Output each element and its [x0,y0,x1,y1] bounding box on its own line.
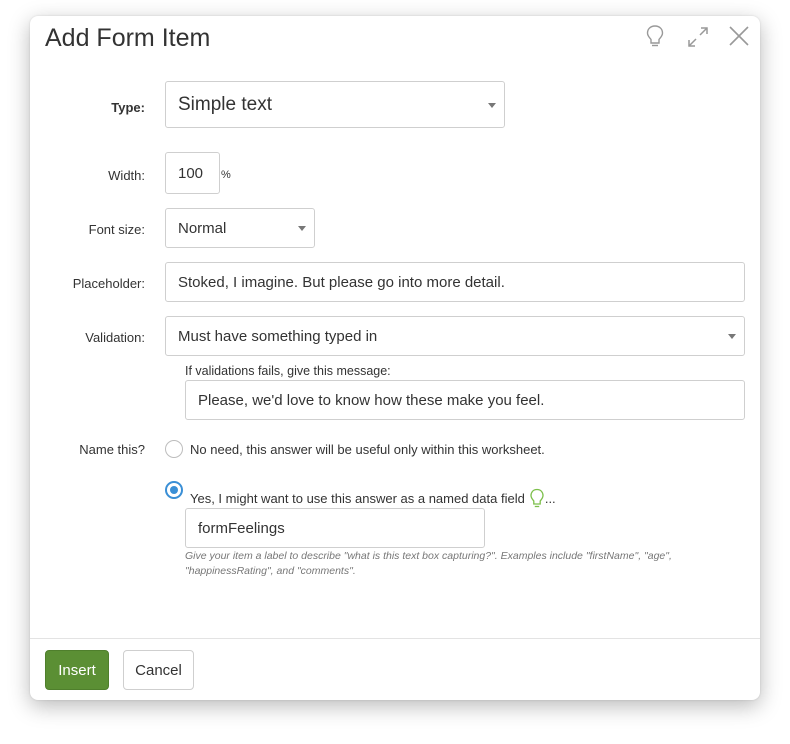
named-field-hint: Give your item a label to describe "what… [185,550,672,577]
expand-icon[interactable] [686,25,710,54]
radio-no-name[interactable] [165,440,183,458]
font-size-chevron-down-icon [298,226,306,231]
validation-message-field[interactable] [198,381,732,419]
radio-named-field-text: Yes, I might want to use this answer as … [190,491,525,506]
lightbulb-icon[interactable] [645,24,665,55]
named-field-input-field[interactable] [198,509,472,547]
named-field-lightbulb-icon[interactable] [529,488,545,508]
validation-select-value: Must have something typed in [178,327,378,345]
name-this-label: Name this? [79,442,145,457]
placeholder-label: Placeholder: [72,276,145,291]
validation-select[interactable]: Must have something typed in [165,316,745,356]
type-label: Type: [111,100,145,115]
font-size-label: Font size: [88,222,145,237]
radio-no-name-label[interactable]: No need, this answer will be useful only… [190,442,545,457]
placeholder-input[interactable] [165,262,745,302]
radio-named-field[interactable] [165,481,183,499]
font-size-select[interactable]: Normal [165,208,315,248]
width-input[interactable] [165,152,220,194]
footer-divider [30,638,760,639]
named-field-ellipsis: ... [544,491,556,506]
validation-label: Validation: [85,330,145,345]
validation-message-label: If validations fails, give this message: [185,364,391,378]
validation-message-input[interactable] [185,380,745,420]
placeholder-input-field[interactable] [178,263,732,301]
add-form-item-dialog: Add Form Item Type: Simple text Width: %… [30,16,760,700]
dialog-title: Add Form Item [45,24,211,52]
named-field-input[interactable] [185,508,485,548]
font-size-select-value: Normal [178,219,227,237]
type-select-value: Simple text [178,93,272,115]
type-chevron-down-icon [488,102,496,108]
type-select[interactable]: Simple text [165,81,505,128]
width-label: Width: [108,168,145,183]
cancel-button[interactable]: Cancel [123,650,194,690]
width-input-field[interactable] [178,153,207,193]
radio-named-field-label[interactable]: Yes, I might want to use this answer as … [190,486,556,508]
close-icon[interactable] [728,25,750,52]
width-unit: % [221,169,231,181]
validation-chevron-down-icon [728,334,736,339]
insert-button[interactable]: Insert [45,650,109,690]
